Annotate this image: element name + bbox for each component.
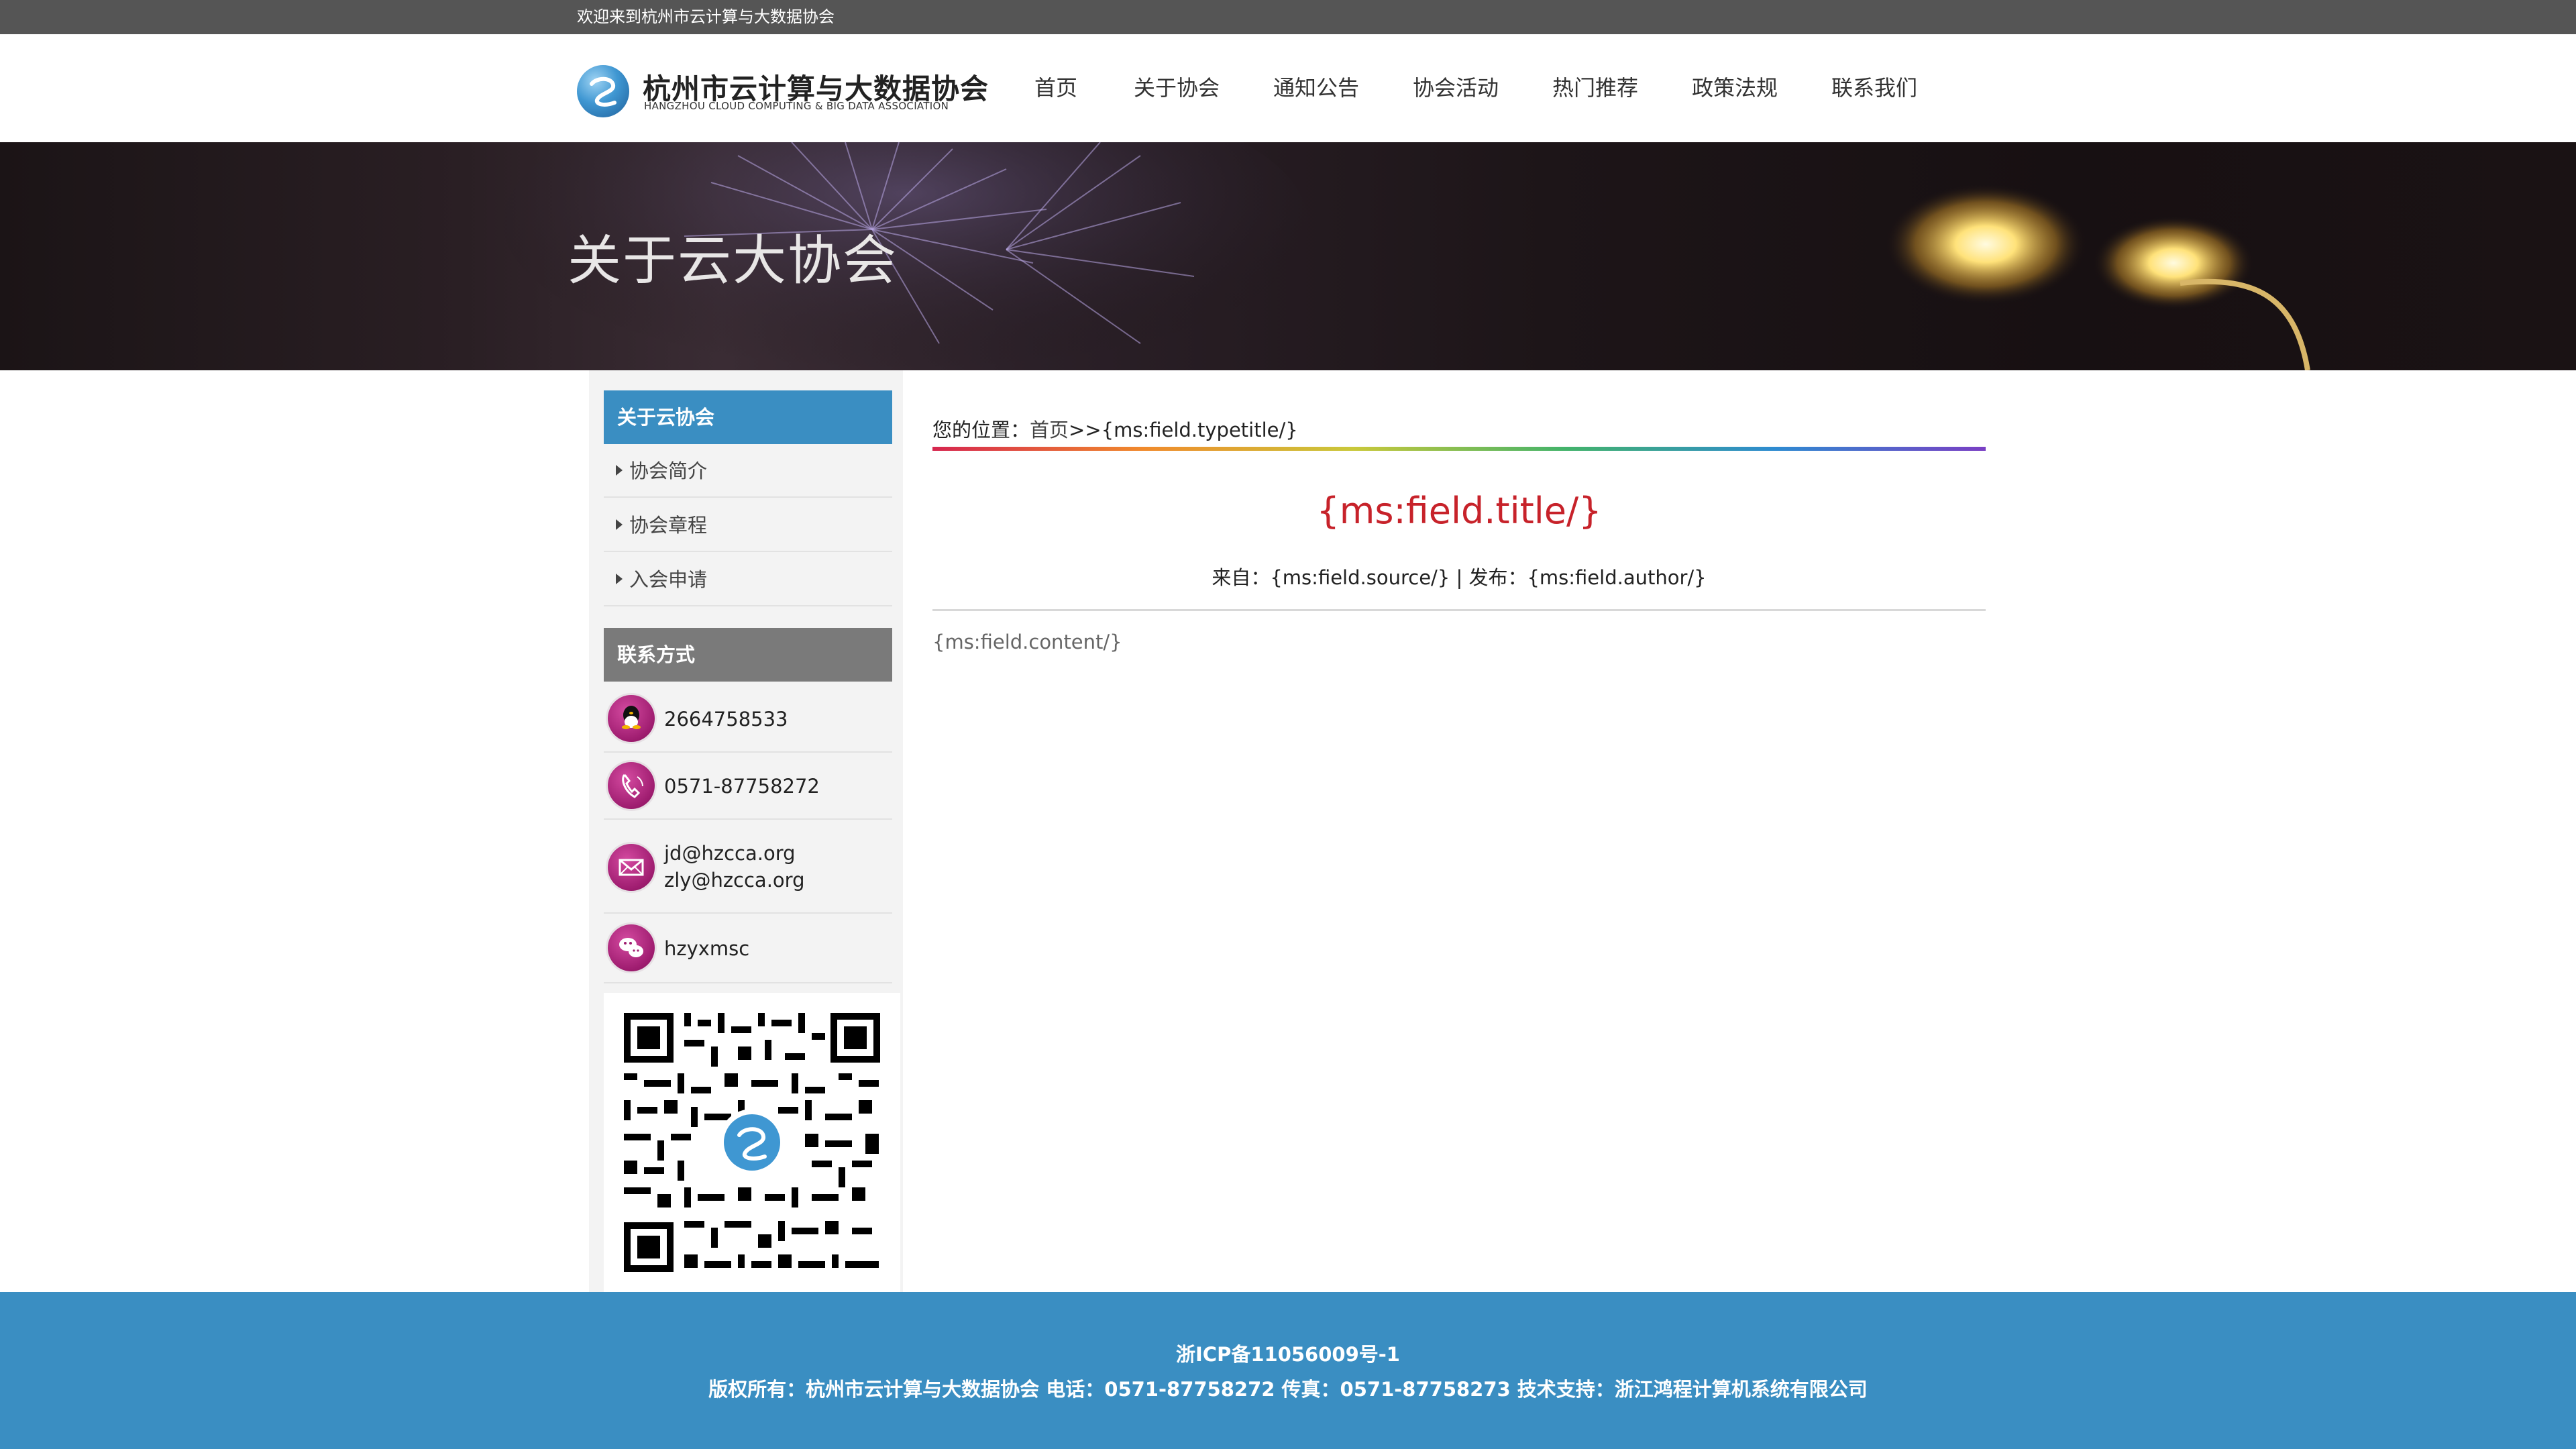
wechat-qr-code [604,993,900,1292]
breadcrumb-current[interactable]: {ms:field.typetitle/} [1102,419,1298,441]
sidebar-item-charter[interactable]: 协会章程 [604,498,892,552]
sidebar-item-label: 协会章程 [629,514,708,537]
sidebar-section-title: 关于云协会 [604,390,892,444]
contact-wechat-value: hzyxmsc [664,937,750,960]
contact-phone-value: 0571-87758272 [664,775,820,798]
site-logo[interactable]: 杭州市云计算与大数据协会 HANGZHOU CLOUD COMPUTING & … [577,62,993,117]
qr-code-icon [624,1013,880,1272]
mail-icon [608,844,655,891]
banner-title: 关于云大协会 [568,229,898,292]
logo-globe-icon [577,65,629,117]
breadcrumb-home-link[interactable]: 首页 [1030,419,1069,441]
left-sidebar: 关于云协会 协会简介 协会章程 入会申请 联系方式 2664758533 057… [589,370,903,1292]
sidebar-item-intro[interactable]: 协会简介 [604,444,892,498]
caret-right-icon [616,519,623,530]
contact-qq-value: 2664758533 [664,708,788,731]
top-welcome-bar: 欢迎来到杭州市云计算与大数据协会 [0,0,2576,34]
sidebar-item-label: 协会简介 [629,460,708,482]
site-footer: 浙ICP备11056009号-1 版权所有：杭州市云计算与大数据协会 电话：05… [0,1292,2576,1449]
contact-wechat: hzyxmsc [604,914,892,983]
banner-fireworks-image [503,142,2310,370]
sidebar-item-label: 入会申请 [629,568,708,591]
nav-item-activities[interactable]: 协会活动 [1413,34,1499,142]
nav-item-notices[interactable]: 通知公告 [1273,34,1359,142]
footer-icp[interactable]: 浙ICP备11056009号-1 [0,1339,2576,1367]
breadcrumb-prefix: 您的位置： [932,419,1030,441]
sidebar-item-apply[interactable]: 入会申请 [604,553,892,606]
contact-email: jd@hzcca.org zly@hzcca.org [604,820,892,914]
page-banner: 关于云大协会 [0,142,2576,370]
nav-item-contact[interactable]: 联系我们 [1831,34,1917,142]
nav-item-recommend[interactable]: 热门推荐 [1552,34,1638,142]
footer-copyright: 版权所有：杭州市云计算与大数据协会 电话：0571-87758272 传真：05… [708,1378,1868,1401]
contact-qq: 2664758533 [604,686,892,753]
breadcrumb-separator: >> [1069,419,1102,441]
article-body: {ms:field.content/} [932,631,1122,653]
nav-item-about[interactable]: 关于协会 [1134,34,1220,142]
caret-right-icon [616,574,623,584]
contact-email-value-2[interactable]: zly@hzcca.org [664,867,805,894]
phone-icon [608,762,655,809]
article-meta: 来自：{ms:field.source/} | 发布：{ms:field.aut… [1212,566,1707,589]
rainbow-divider [932,447,1986,451]
contact-email-value-1[interactable]: jd@hzcca.org [664,840,796,867]
logo-english-name: HANGZHOU CLOUD COMPUTING & BIG DATA ASSO… [644,100,949,112]
article-title: {ms:field.title/} [1316,490,1602,532]
breadcrumb: 您的位置：首页>>{ms:field.typetitle/} [932,415,1298,443]
article-divider [932,609,1986,611]
caret-right-icon [616,465,623,476]
nav-item-home[interactable]: 首页 [1034,34,1077,142]
contact-phone: 0571-87758272 [604,753,892,820]
wechat-icon [608,924,655,971]
welcome-text: 欢迎来到杭州市云计算与大数据协会 [577,7,835,26]
contact-section-title: 联系方式 [604,628,892,682]
site-header: 杭州市云计算与大数据协会 HANGZHOU CLOUD COMPUTING & … [0,34,2576,142]
nav-item-policy[interactable]: 政策法规 [1692,34,1778,142]
qq-icon [608,695,655,742]
